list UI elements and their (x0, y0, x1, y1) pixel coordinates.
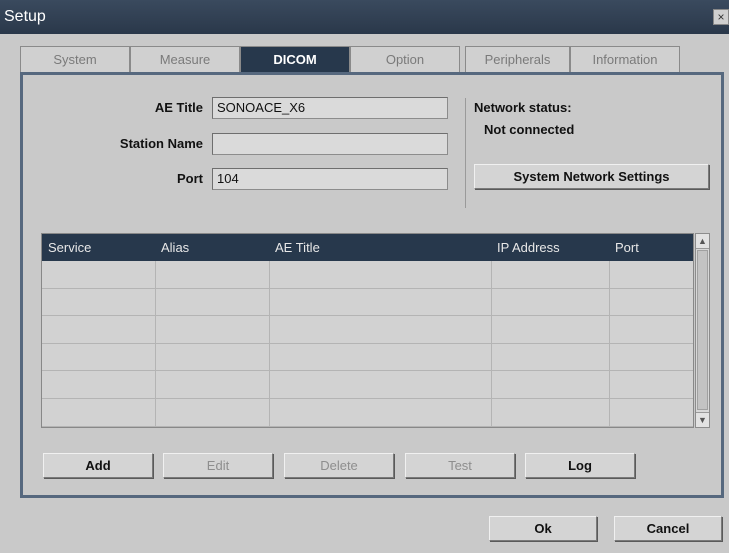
column-header-ip-address[interactable]: IP Address (491, 234, 609, 261)
system-network-settings-button[interactable]: System Network Settings (474, 164, 709, 189)
table-row[interactable] (42, 371, 693, 399)
table-row[interactable] (42, 399, 693, 427)
network-status-value: Not connected (484, 122, 575, 137)
tab-peripherals[interactable]: Peripherals (465, 46, 570, 73)
scroll-down-icon[interactable]: ▼ (696, 412, 709, 427)
table-row[interactable] (42, 344, 693, 372)
window-title-bar: Setup × (0, 0, 729, 34)
column-header-ae-title[interactable]: AE Title (269, 234, 491, 261)
edit-button[interactable]: Edit (163, 453, 273, 478)
station-name-label: Station Name (119, 136, 203, 151)
add-button[interactable]: Add (43, 453, 153, 478)
ae-title-field[interactable]: SONOACE_X6 (212, 97, 448, 119)
log-button[interactable]: Log (525, 453, 635, 478)
test-button[interactable]: Test (405, 453, 515, 478)
station-name-field[interactable] (212, 133, 448, 155)
table-row[interactable] (42, 261, 693, 289)
cancel-button[interactable]: Cancel (614, 516, 722, 541)
window-title: Setup (4, 8, 46, 25)
table-row[interactable] (42, 289, 693, 317)
network-status-label: Network status: (474, 100, 572, 115)
tab-measure[interactable]: Measure (130, 46, 240, 73)
tab-dicom[interactable]: DICOM (240, 46, 350, 73)
table-row[interactable] (42, 316, 693, 344)
column-header-port[interactable]: Port (609, 234, 693, 261)
column-header-service[interactable]: Service (42, 234, 155, 261)
close-icon[interactable]: × (713, 9, 729, 25)
table-header: Service Alias AE Title IP Address Port (42, 234, 693, 261)
dicom-service-table: Service Alias AE Title IP Address Port (41, 233, 694, 428)
table-scrollbar[interactable]: ▲ ▼ (695, 233, 710, 428)
tab-information[interactable]: Information (570, 46, 680, 73)
ae-title-label: AE Title (154, 100, 203, 115)
scroll-thumb[interactable] (697, 250, 708, 410)
scroll-up-icon[interactable]: ▲ (696, 234, 709, 249)
delete-button[interactable]: Delete (284, 453, 394, 478)
vertical-divider (465, 98, 466, 208)
column-header-alias[interactable]: Alias (155, 234, 269, 261)
tab-option[interactable]: Option (350, 46, 460, 73)
ok-button[interactable]: Ok (489, 516, 597, 541)
port-label: Port (177, 171, 203, 186)
port-field[interactable]: 104 (212, 168, 448, 190)
tab-system[interactable]: System (20, 46, 130, 73)
